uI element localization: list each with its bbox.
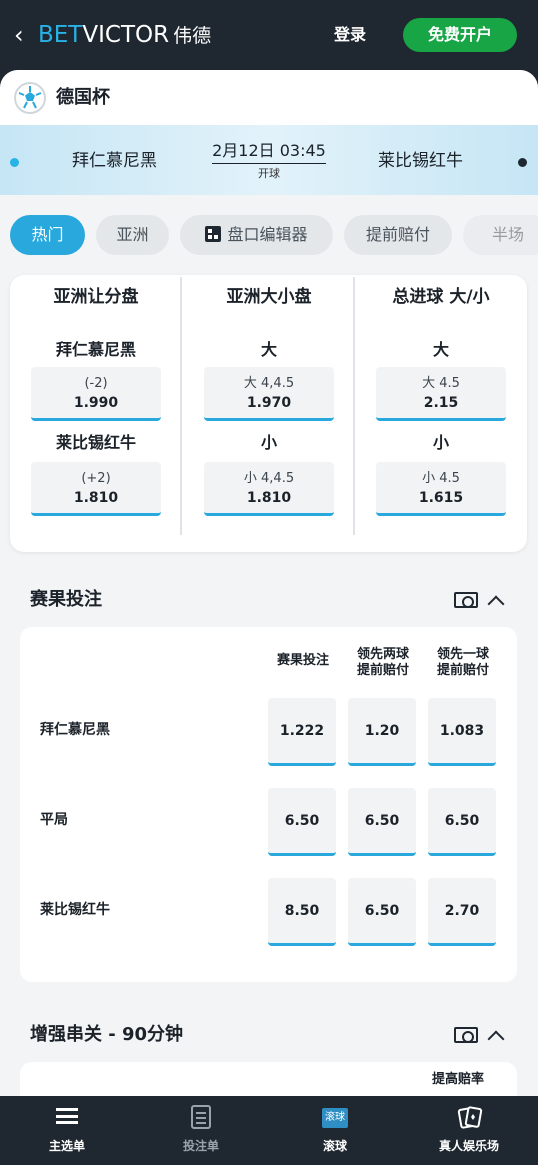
market-title: 亚洲大小盘 [226,287,312,307]
nav-live-casino[interactable]: 真人娱乐场 [402,1096,536,1165]
market-asian-total: 亚洲大小盘 大 大 4,4.5 1.970 小 小 4,4.5 1.810 [183,275,355,537]
cash-out-icon [454,592,478,608]
nav-label: 真人娱乐场 [438,1139,499,1153]
nav-in-play[interactable]: 滚球 滚球 [268,1096,402,1165]
top-bar: ‹ BETVICTOR 伟德 登录 免费开户 [0,0,538,70]
odds-button[interactable]: 8.50 [268,878,336,946]
odds-button[interactable]: 6.50 [428,788,496,856]
match-result-card: 赛果投注 领先两球 提前赔付 领先一球 提前赔付 拜仁慕尼黑 1.222 1.2… [20,627,517,982]
odds-button[interactable]: 2.70 [428,878,496,946]
nav-label: 主选单 [48,1139,85,1153]
odds-price: 1.810 [246,490,292,506]
cash-out-icon [454,1027,478,1043]
odds-price: 1.970 [246,395,292,411]
handicap-line: (-2) [84,376,108,391]
tab-half-time[interactable]: 半场 [463,215,538,255]
odds-button[interactable]: 1.222 [268,698,336,766]
match-header: 拜仁慕尼黑 2月12日 03:45 开球 莱比锡红牛 [0,125,538,195]
odds-button[interactable]: (+2) 1.810 [31,462,161,516]
boosted-parlay-card: 提高赔率 [20,1062,517,1096]
home-indicator [10,158,19,167]
selection-label: 大 [432,340,449,359]
match-status: 开球 [258,167,280,180]
tab-asian[interactable]: 亚洲 [96,215,169,255]
odds-price: 2.15 [423,395,459,411]
odds-button[interactable]: 小 4.5 1.615 [376,462,506,516]
selection-label: 小 [432,433,449,452]
handicap-line: 小 4,4.5 [243,471,295,486]
odds-button[interactable]: 6.50 [348,878,416,946]
odds-button[interactable]: 大 4,4.5 1.970 [204,367,334,421]
boosted-parlay-title: 增强串关 - 90分钟 [30,1024,184,1045]
column-header: 赛果投注 [276,653,329,668]
market-tabs: 热门 亚洲 盘口编辑器 提前赔付 半场 [10,215,538,255]
column-divider [180,277,182,535]
column-header: 领先两球 提前赔付 [356,647,409,678]
playing-cards-icon [457,1106,483,1129]
nav-label: 滚球 [322,1139,347,1153]
match-result-title: 赛果投注 [30,589,102,610]
login-button[interactable]: 登录 [334,22,366,48]
signup-button[interactable]: 免费开户 [403,18,517,52]
home-team-name: 拜仁慕尼黑 [72,151,157,171]
nav-bet-slip[interactable]: 投注单 [134,1096,268,1165]
row-label-home: 拜仁慕尼黑 [40,722,110,738]
odds-button[interactable]: 6.50 [268,788,336,856]
nav-main-menu[interactable]: 主选单 [0,1096,134,1165]
odds-price: 1.615 [418,490,464,506]
bet-slip-icon [191,1105,211,1129]
handicap-line: 大 4.5 [422,376,460,391]
match-datetime: 2月12日 03:45 [212,139,326,164]
market-total-goals: 总进球 大/小 大 大 4.5 2.15 小 小 4.5 1.615 [355,275,527,537]
row-label-draw: 平局 [40,812,68,828]
selection-label: 小 [260,433,277,452]
odds-button[interactable]: 1.20 [348,698,416,766]
live-icon: 滚球 [322,1108,348,1128]
away-team-name: 莱比锡红牛 [378,151,463,171]
menu-icon [56,1108,78,1124]
tab-early-payout[interactable]: 提前赔付 [344,215,452,255]
nav-label: 投注单 [182,1139,219,1153]
market-asian-handicap: 亚洲让分盘 拜仁慕尼黑 (-2) 1.990 莱比锡红牛 (+2) 1.810 [10,275,182,537]
selection-label: 莱比锡红牛 [55,433,136,452]
competition-header: 德国杯 [0,70,538,125]
tab-popular[interactable]: 热门 [10,215,85,255]
tab-bet-builder[interactable]: 盘口编辑器 [180,215,333,255]
kickoff-info: 2月12日 03:45 开球 [212,139,326,182]
bet-builder-icon [205,226,222,242]
back-arrow-icon[interactable]: ‹ [14,22,32,48]
row-label-away: 莱比锡红牛 [40,902,110,918]
selection-label: 拜仁慕尼黑 [55,340,136,359]
collapse-chevron-icon[interactable] [487,595,505,613]
main-markets-card: 亚洲让分盘 拜仁慕尼黑 (-2) 1.990 莱比锡红牛 (+2) 1.810 … [10,275,527,552]
handicap-line: (+2) [81,471,111,486]
column-header: 提高赔率 [432,1072,485,1087]
away-indicator [518,158,527,167]
odds-button[interactable]: 小 4,4.5 1.810 [204,462,334,516]
competition-name: 德国杯 [56,87,110,108]
odds-button[interactable]: (-2) 1.990 [31,367,161,421]
betvictor-logo[interactable]: BETVICTOR 伟德 [38,20,211,50]
handicap-line: 小 4.5 [422,471,460,486]
odds-price: 1.990 [73,395,119,411]
market-title: 亚洲让分盘 [53,287,139,307]
column-header: 领先一球 提前赔付 [436,647,489,678]
bottom-navigation: 主选单 投注单 滚球 滚球 真人娱乐场 [0,1096,538,1165]
collapse-chevron-icon[interactable] [487,1030,505,1048]
odds-price: 1.810 [73,490,119,506]
football-icon [14,82,46,114]
handicap-line: 大 4,4.5 [243,376,295,391]
selection-label: 大 [260,340,277,359]
event-page: 德国杯 拜仁慕尼黑 2月12日 03:45 开球 莱比锡红牛 热门 亚洲 盘口编… [0,70,538,1096]
market-title: 总进球 大/小 [392,287,490,307]
odds-button[interactable]: 6.50 [348,788,416,856]
odds-button[interactable]: 1.083 [428,698,496,766]
odds-button[interactable]: 大 4.5 2.15 [376,367,506,421]
